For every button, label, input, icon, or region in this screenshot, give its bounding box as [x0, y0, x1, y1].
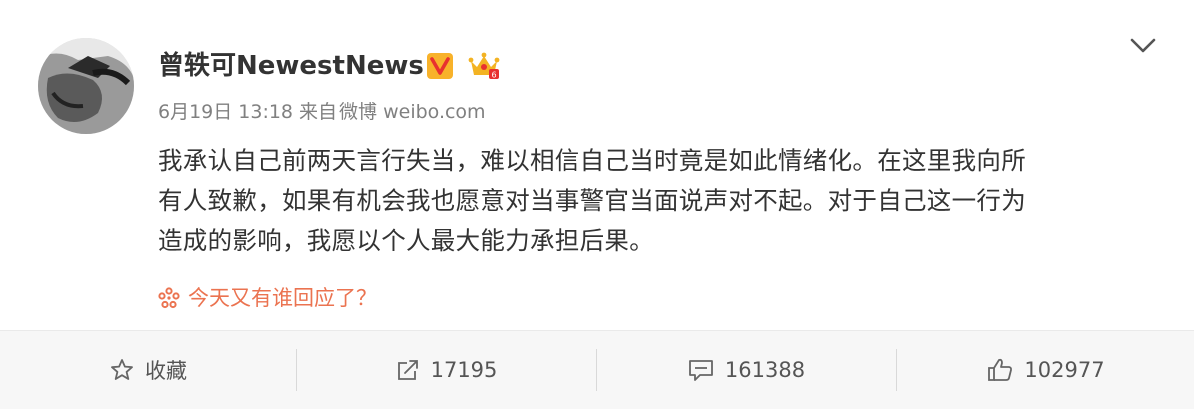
- comment-count: 161388: [724, 358, 806, 382]
- avatar-image: [38, 38, 134, 134]
- post-text-line: 造成的影响，我愿以个人最大能力承担后果。: [158, 226, 654, 255]
- comment-icon: [689, 360, 713, 381]
- weibo-post-card: 曾轶可NewestNews 6 6月19日 13:18 来自 微博 weibo.com…: [0, 0, 1194, 409]
- source-prefix: 来自: [299, 101, 338, 123]
- favorite-button[interactable]: 收藏: [0, 331, 296, 409]
- chevron-down-icon[interactable]: [1128, 34, 1158, 58]
- repost-icon: [397, 360, 418, 380]
- post-date[interactable]: 6月19日: [158, 101, 232, 123]
- avatar[interactable]: [38, 38, 134, 134]
- post-meta: 6月19日 13:18 来自 微博 weibo.com: [158, 98, 492, 126]
- like-count: 102977: [1024, 358, 1105, 382]
- topic-text[interactable]: 今天又有谁回应了？: [188, 286, 377, 310]
- favorite-label: 收藏: [145, 359, 187, 383]
- topic-flower-icon: [158, 287, 180, 316]
- crown-member-icon[interactable]: 6: [468, 51, 500, 81]
- thumbs-up-icon: [988, 358, 1013, 381]
- svg-text:6: 6: [491, 71, 496, 80]
- repost-count: 17195: [430, 358, 498, 382]
- like-button[interactable]: 102977: [897, 331, 1194, 409]
- post-text-line: 我承认自己前两天言行失当，难以相信自己当时竟是如此情绪化。在这里我向所: [158, 146, 1026, 175]
- topic-link[interactable]: 今天又有谁回应了？: [158, 284, 377, 312]
- post-text-line: 有人致歉，如果有机会我也愿意对当事警官当面说声对不起。对于自己这一行为: [158, 186, 1026, 215]
- username[interactable]: 曾轶可NewestNews: [158, 48, 424, 84]
- post-time[interactable]: 13:18: [238, 101, 293, 123]
- repost-button[interactable]: 17195: [297, 331, 595, 409]
- comment-button[interactable]: 161388: [597, 331, 895, 409]
- post-text: 我承认自己前两天言行失当，难以相信自己当时竟是如此情绪化。在这里我向所 有人致歉…: [158, 141, 1148, 261]
- action-bar: 收藏 17195 161388 102977: [0, 330, 1194, 409]
- post-source[interactable]: 微博 weibo.com: [339, 101, 486, 123]
- star-icon: [111, 359, 133, 380]
- v-verified-icon[interactable]: [426, 52, 454, 80]
